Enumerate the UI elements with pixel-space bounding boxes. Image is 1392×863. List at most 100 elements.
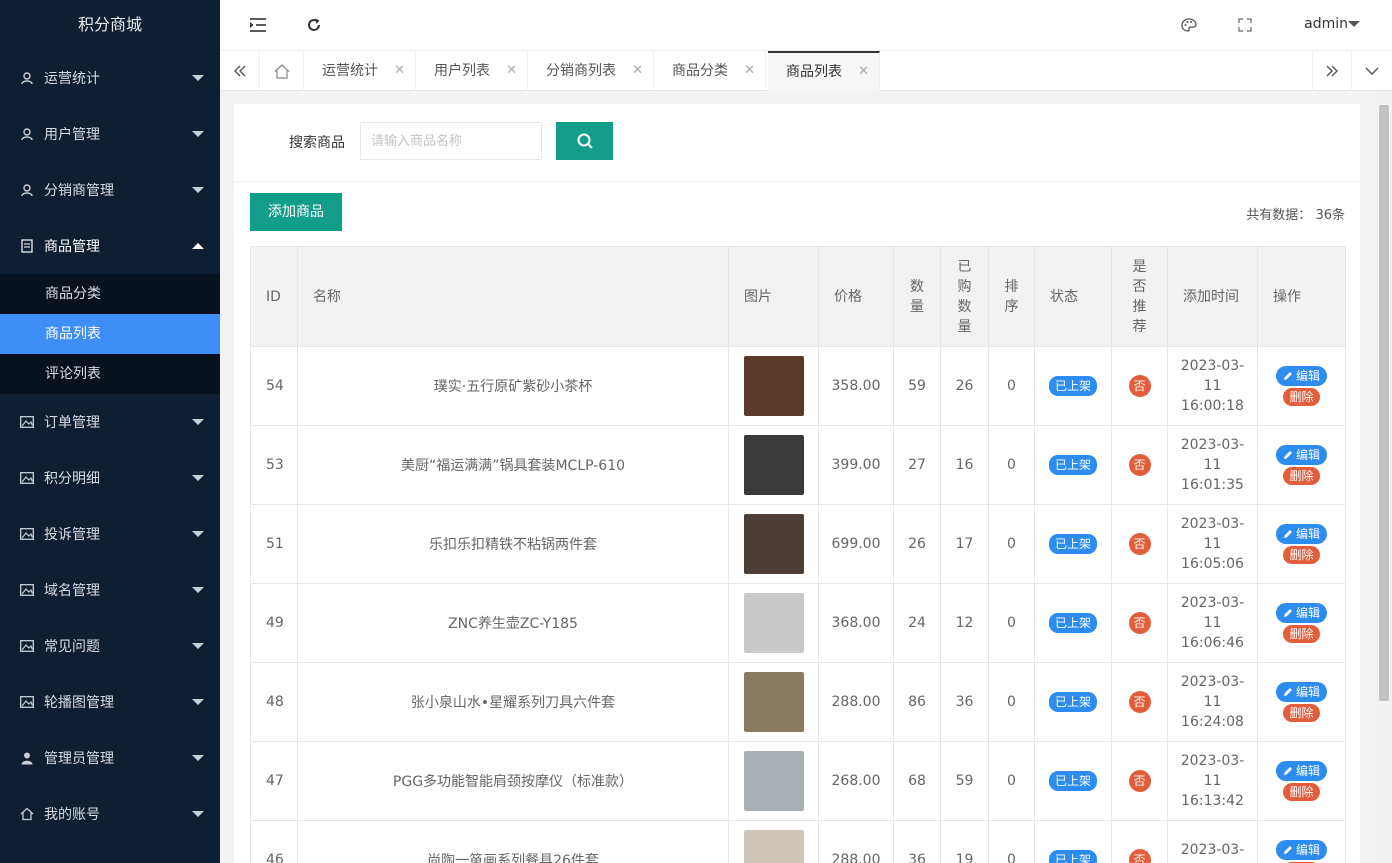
- status-badge[interactable]: 已上架: [1048, 376, 1097, 396]
- person-icon: [20, 751, 34, 765]
- sidebar-subitem-comments[interactable]: 评论列表: [0, 354, 220, 394]
- edit-button[interactable]: 编辑: [1275, 840, 1327, 860]
- tabs-scroll-left-icon[interactable]: [220, 51, 260, 91]
- delete-button[interactable]: 删除: [1283, 388, 1320, 406]
- day-part: 11: [1203, 536, 1222, 552]
- edit-button[interactable]: 编辑: [1275, 603, 1327, 623]
- recommend-badge[interactable]: 否: [1128, 375, 1151, 397]
- sidebar-item-products[interactable]: 商品管理: [0, 218, 220, 274]
- sidebar-item-label: 轮播图管理: [44, 695, 114, 711]
- theme-palette-icon[interactable]: [1179, 15, 1199, 35]
- sidebar-item-faq[interactable]: 常见问题: [0, 618, 220, 674]
- tab-product-list[interactable]: 商品列表 ✕: [768, 51, 880, 91]
- tabs-menu-chevron-down-icon[interactable]: [1352, 51, 1392, 91]
- close-icon[interactable]: ✕: [632, 51, 643, 91]
- add-product-button[interactable]: 添加商品: [250, 193, 342, 231]
- chevron-down-icon: [192, 419, 204, 425]
- time-part: 16:06:46: [1181, 635, 1244, 651]
- tab-stats[interactable]: 运营统计 ✕: [304, 51, 416, 91]
- delete-button[interactable]: 删除: [1283, 546, 1320, 564]
- cell-actions: 编辑删除: [1257, 741, 1346, 821]
- recommend-badge[interactable]: 否: [1128, 612, 1151, 634]
- user-group-icon: [20, 71, 34, 85]
- sidebar-subitem-product-list[interactable]: 商品列表: [0, 314, 220, 354]
- tabs-scroll-right-icon[interactable]: [1312, 51, 1352, 91]
- delete-button[interactable]: 删除: [1283, 625, 1320, 643]
- cell-actions: 编辑删除: [1257, 346, 1346, 426]
- close-icon[interactable]: ✕: [394, 51, 405, 91]
- status-badge[interactable]: 已上架: [1048, 850, 1097, 863]
- cell-actions: 编辑删除: [1257, 504, 1346, 584]
- menu-toggle-icon[interactable]: [248, 15, 268, 35]
- status-badge[interactable]: 已上架: [1048, 455, 1097, 475]
- home-tab-icon[interactable]: [260, 51, 304, 91]
- cell-status: 已上架: [1034, 583, 1112, 663]
- delete-button[interactable]: 删除: [1283, 704, 1320, 722]
- sidebar-item-label: 积分明细: [44, 471, 100, 487]
- cell-date: 2023-03- 11 16:01:35: [1167, 425, 1258, 505]
- edit-button[interactable]: 编辑: [1275, 524, 1327, 544]
- tab-distributors[interactable]: 分销商列表 ✕: [528, 51, 654, 91]
- tab-categories[interactable]: 商品分类 ✕: [654, 51, 766, 91]
- edit-button[interactable]: 编辑: [1275, 445, 1327, 465]
- cell-bought: 26: [940, 346, 989, 426]
- product-thumbnail[interactable]: [743, 514, 804, 574]
- cell-sort: 0: [988, 820, 1035, 863]
- sidebar-item-banners[interactable]: 轮播图管理: [0, 674, 220, 730]
- cell-id: 48: [250, 662, 298, 742]
- table-row: 48 张小泉山水•星耀系列刀具六件套 288.00 86 36 0 已上架 否 2023-03-…: [250, 662, 1346, 742]
- close-icon[interactable]: ✕: [744, 51, 755, 91]
- status-badge[interactable]: 已上架: [1048, 692, 1097, 712]
- delete-button[interactable]: 删除: [1283, 467, 1320, 485]
- sidebar-item-distributors[interactable]: 分销商管理: [0, 162, 220, 218]
- column-header-id: ID: [250, 246, 298, 347]
- pencil-icon: [1283, 609, 1292, 617]
- page-scrollbar[interactable]: [1376, 91, 1392, 863]
- delete-button[interactable]: 删除: [1283, 783, 1320, 801]
- recommend-badge[interactable]: 否: [1128, 770, 1151, 792]
- pencil-icon: [1283, 767, 1292, 775]
- cell-bought: 59: [940, 741, 989, 821]
- sidebar-item-complaints[interactable]: 投诉管理: [0, 506, 220, 562]
- status-badge[interactable]: 已上架: [1048, 771, 1097, 791]
- sidebar-item-orders[interactable]: 订单管理: [0, 394, 220, 450]
- close-icon[interactable]: ✕: [506, 51, 517, 91]
- chevron-down-icon[interactable]: [1348, 21, 1360, 27]
- sidebar-item-points[interactable]: 积分明细: [0, 450, 220, 506]
- sidebar-item-stats[interactable]: 运营统计: [0, 50, 220, 106]
- product-thumbnail[interactable]: [743, 751, 804, 811]
- pencil-icon: [1283, 530, 1292, 538]
- sidebar-item-account[interactable]: 我的账号: [0, 786, 220, 842]
- product-thumbnail[interactable]: [743, 356, 804, 416]
- edit-button[interactable]: 编辑: [1275, 761, 1327, 781]
- edit-button[interactable]: 编辑: [1275, 682, 1327, 702]
- fullscreen-icon[interactable]: [1235, 15, 1255, 35]
- cell-date: 2023-03- 11 16:13:42: [1167, 741, 1258, 821]
- scrollbar-thumb[interactable]: [1379, 105, 1389, 701]
- search-button[interactable]: [556, 122, 613, 160]
- tab-users[interactable]: 用户列表 ✕: [416, 51, 528, 91]
- refresh-icon[interactable]: [304, 15, 324, 35]
- product-thumbnail[interactable]: [743, 435, 804, 495]
- recommend-badge[interactable]: 否: [1128, 454, 1151, 476]
- status-badge[interactable]: 已上架: [1048, 534, 1097, 554]
- recommend-badge[interactable]: 否: [1128, 691, 1151, 713]
- date-part: 2023-03-: [1180, 595, 1245, 611]
- table-header-row: ID 名称 图片 价格 数量 已购数量 排序 状态 是否推荐 添加时间 操作: [250, 246, 1346, 347]
- sidebar-item-admins[interactable]: 管理员管理: [0, 730, 220, 786]
- recommend-badge[interactable]: 否: [1128, 849, 1151, 863]
- sidebar-item-domains[interactable]: 域名管理: [0, 562, 220, 618]
- sidebar-item-users[interactable]: 用户管理: [0, 106, 220, 162]
- search-input[interactable]: [360, 122, 542, 160]
- edit-button[interactable]: 编辑: [1275, 366, 1327, 386]
- sidebar-subitem-categories[interactable]: 商品分类: [0, 274, 220, 314]
- user-menu[interactable]: admin: [1304, 16, 1348, 32]
- close-icon[interactable]: ✕: [858, 53, 869, 91]
- recommend-badge[interactable]: 否: [1128, 533, 1151, 555]
- product-thumbnail[interactable]: [743, 830, 804, 863]
- edit-label: 编辑: [1295, 527, 1320, 541]
- product-thumbnail[interactable]: [743, 672, 804, 732]
- status-badge[interactable]: 已上架: [1048, 613, 1097, 633]
- product-thumbnail[interactable]: [743, 593, 804, 653]
- chevron-down-icon: [192, 811, 204, 817]
